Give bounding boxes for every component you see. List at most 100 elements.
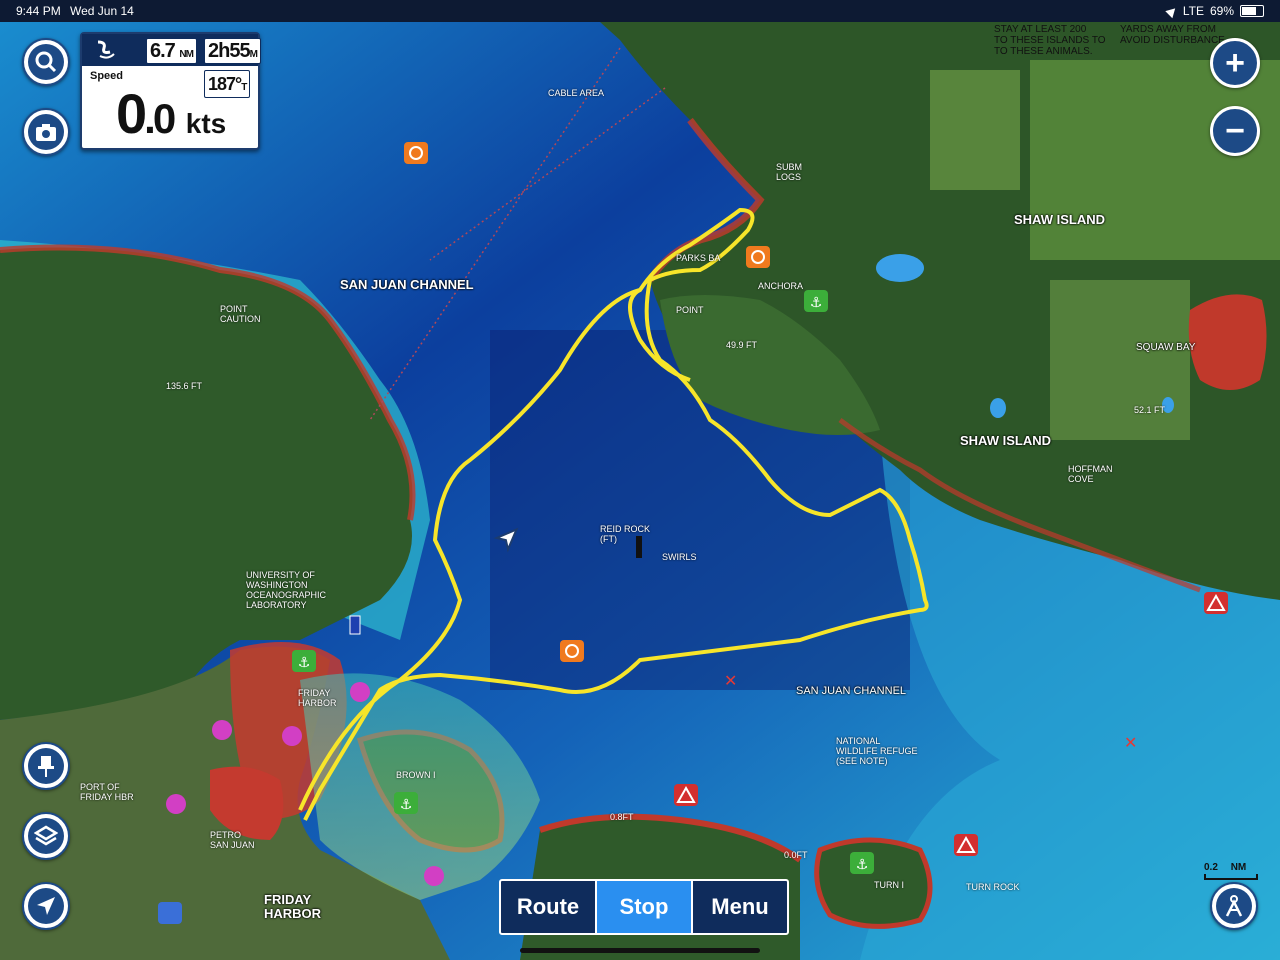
label-shaw-island: SHAW ISLAND <box>1014 212 1105 227</box>
label-depth-00: 0.0FT <box>784 850 808 860</box>
label-point-caution-1: POINT <box>220 304 248 314</box>
label-petro-2: SAN JUAN <box>210 840 255 850</box>
status-right: LTE 69% <box>1165 4 1264 18</box>
label-friday: FRIDAY <box>298 688 331 698</box>
label-yards-note: YARDS AWAY FROM AVOID DISTURBANCE <box>1120 24 1225 46</box>
zoom-out-button[interactable]: − <box>1210 106 1260 156</box>
svg-text:⚓: ⚓ <box>400 797 413 813</box>
speed-whole: 0 <box>116 82 147 145</box>
label-hoffman: HOFFMAN <box>1068 464 1113 474</box>
label-petro-1: PETRO <box>210 830 242 840</box>
label-cove: COVE <box>1068 474 1094 484</box>
label-reid-rock-2: (FT) <box>600 534 617 544</box>
heading-unit: T <box>241 82 247 93</box>
camera-button[interactable] <box>22 108 70 156</box>
label-univ-1: UNIVERSITY OF <box>246 570 315 580</box>
label-refuge-2: WILDLIFE REFUGE <box>836 746 918 756</box>
track-mode-button[interactable] <box>1210 882 1258 930</box>
label-hoffman-cove: HOFFMAN COVE <box>1068 464 1113 484</box>
layers-icon <box>28 818 64 854</box>
zoom-out-icon: − <box>1225 112 1245 150</box>
label-turn-rock: TURN ROCK <box>966 882 1020 892</box>
distance-box: 6.7 NM <box>146 38 197 64</box>
label-anchorage: ANCHORA <box>758 281 804 291</box>
label-brown-island: BROWN I <box>396 770 436 780</box>
hazard-icon[interactable] <box>674 784 698 806</box>
label-harbor: HARBOR <box>298 698 337 708</box>
label-san-juan-channel: SAN JUAN CHANNEL <box>340 277 474 292</box>
label-harbor-town: HARBOR <box>264 906 322 921</box>
hazard-icon[interactable] <box>954 834 978 856</box>
label-parks-bay: PARKS BA <box>676 253 721 263</box>
label-univ-3: OCEANOGRAPHIC <box>246 590 327 600</box>
label-stay-1: STAY AT LEAST 200 <box>994 24 1087 35</box>
search-icon <box>28 44 64 80</box>
speed-unit: kts <box>185 108 227 139</box>
label-point-caution-2: CAUTION <box>220 314 261 324</box>
label-logs: LOGS <box>776 172 802 182</box>
route-button[interactable]: Route <box>501 881 595 933</box>
speed-value: 0.0 kts <box>116 86 226 152</box>
time-box: 2h55M <box>204 38 261 64</box>
shopping-cart-icon[interactable] <box>158 902 182 924</box>
search-button[interactable] <box>22 38 70 86</box>
hazard-icon[interactable] <box>1204 592 1228 614</box>
label-point-caution: POINT CAUTION <box>220 304 261 324</box>
zoom-in-button[interactable]: + <box>1210 38 1260 88</box>
label-yards-1: YARDS AWAY FROM <box>1120 24 1216 35</box>
label-friday-hbr: FRIDAY HBR <box>80 792 134 802</box>
time-value: 2h55 <box>208 40 251 62</box>
label-petro: PETRO SAN JUAN <box>210 830 255 850</box>
status-time: 9:44 PM <box>16 4 61 18</box>
label-subm-logs: SUBM LOGS <box>776 162 802 182</box>
location-button[interactable] <box>22 882 70 930</box>
label-port-of: PORT OF <box>80 782 120 792</box>
pin-button[interactable] <box>22 742 70 790</box>
marina-icon[interactable] <box>560 640 584 662</box>
anchorage-icon[interactable]: ⚓ <box>850 852 874 874</box>
marina-icon[interactable] <box>404 142 428 164</box>
speed-decimal: .0 <box>144 95 176 142</box>
label-depth-135: 135.6 FT <box>166 381 203 391</box>
location-arrow-icon <box>28 888 64 924</box>
label-stay-3: TO THESE ANIMALS. <box>994 46 1093 57</box>
svg-text:⚓: ⚓ <box>298 655 311 671</box>
zoom-in-icon: + <box>1225 44 1245 82</box>
camera-icon <box>28 114 64 150</box>
anchorage-icon[interactable]: ⚓ <box>804 290 828 312</box>
stop-button[interactable]: Stop <box>595 879 693 935</box>
anchorage-icon[interactable]: ⚓ <box>292 650 316 672</box>
menu-button[interactable]: Menu <box>693 881 787 933</box>
label-univ-2: WASHINGTON <box>246 580 308 590</box>
marina-icon[interactable] <box>746 246 770 268</box>
label-univ-4: LABORATORY <box>246 600 307 610</box>
svg-text:✕: ✕ <box>724 671 737 690</box>
label-reid-rock: REID ROCK (FT) <box>600 524 650 544</box>
track-mode-icon <box>1216 888 1252 924</box>
nav-info-panel[interactable]: 6.7 NM 2h55M Speed 187°T 0.0 kts <box>80 32 261 152</box>
speed-label: Speed <box>90 70 124 82</box>
label-san-juan-channel-south: SAN JUAN CHANNEL <box>796 685 907 697</box>
label-depth-52: 52.1 FT <box>1134 405 1166 415</box>
status-date: Wed Jun 14 <box>70 4 134 18</box>
label-turn-island: TURN I <box>874 880 904 890</box>
battery-label: 69% <box>1209 4 1234 18</box>
label-depth-08: 0.8FT <box>610 812 634 822</box>
label-point: POINT <box>676 305 704 315</box>
svg-text:✕: ✕ <box>1124 733 1137 752</box>
layers-button[interactable] <box>22 812 70 860</box>
label-reid-rock-1: REID ROCK <box>600 524 651 534</box>
label-refuge: NATIONAL WILDLIFE REFUGE (SEE NOTE) <box>836 736 918 766</box>
scale-line <box>1204 874 1258 880</box>
label-refuge-3: (SEE NOTE) <box>836 756 888 766</box>
bottom-toolbar: Route Stop Menu <box>499 879 789 935</box>
home-indicator[interactable] <box>520 948 760 953</box>
anchorage-icon[interactable]: ⚓ <box>394 792 418 814</box>
svg-text:⚓: ⚓ <box>810 295 823 311</box>
label-port-friday: PORT OF FRIDAY HBR <box>80 782 134 802</box>
scale-unit: NM <box>1230 862 1247 873</box>
app-logo-icon <box>97 40 115 59</box>
label-yards-2: AVOID DISTURBANCE <box>1120 35 1225 46</box>
label-squaw-bay: SQUAW BAY <box>1136 342 1196 353</box>
time-unit: M <box>249 49 258 60</box>
